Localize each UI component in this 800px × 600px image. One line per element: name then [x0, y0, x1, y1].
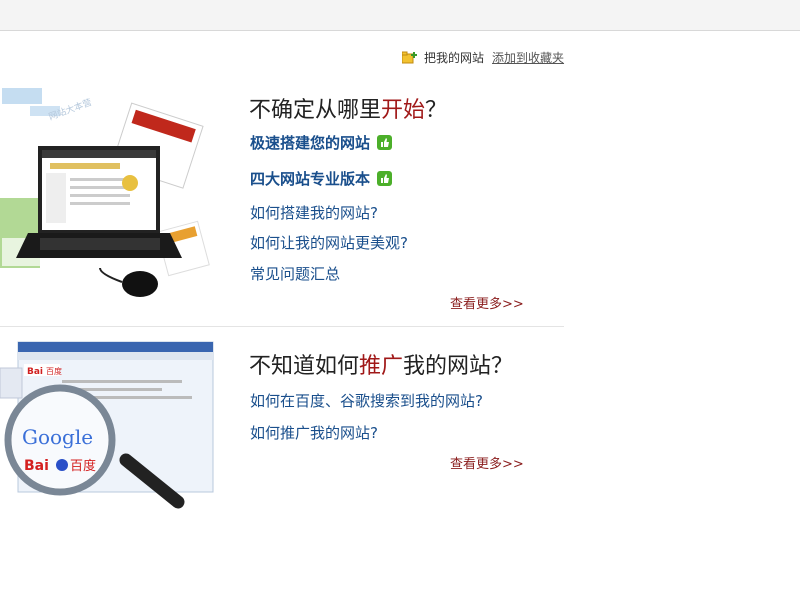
how-to-build-link[interactable]: 如何搭建我的网站? [250, 202, 378, 223]
section2-heading: 不知道如何推广我的网站？ [249, 348, 513, 380]
add-favorite-icon [401, 51, 418, 65]
browser-top-bar [0, 0, 800, 31]
google-logo-text: Google [22, 425, 93, 449]
section-divider [0, 326, 564, 327]
svg-text:百度: 百度 [70, 458, 96, 474]
favorite-label: 把我的网站 [424, 51, 485, 65]
quick-build-link[interactable]: 极速搭建您的网站 [250, 132, 393, 153]
section1-heading-pre: 不确定从哪里 [249, 98, 382, 123]
thumbs-up-icon [377, 135, 393, 150]
baidu-logo-text: Bai [24, 458, 49, 474]
pro-versions-label: 四大网站专业版本 [250, 170, 371, 188]
svg-text:百度: 百度 [46, 366, 62, 376]
section2-heading-pre: 不知道如何 [249, 354, 360, 379]
section1-heading-highlight: 开始 [381, 98, 426, 123]
svg-text:Bai: Bai [27, 367, 43, 377]
section1-heading: 不确定从哪里开始？ [249, 92, 447, 124]
favorite-bar: 把我的网站 添加到收藏夹 [401, 49, 564, 66]
section-promote: Bai 百度 Google Bai 百度 不知道如何推广我的网站？ 如何在百度、… [0, 332, 560, 532]
pro-versions-link[interactable]: 四大网站专业版本 [250, 168, 393, 189]
search-engine-link[interactable]: 如何在百度、谷歌搜索到我的网站? [250, 390, 483, 411]
section2-heading-highlight: 推广 [359, 354, 404, 379]
section2-heading-post: 我的网站？ [403, 354, 514, 379]
search-promotion-illustration: Bai 百度 Google Bai 百度 [0, 340, 215, 525]
how-to-beautify-link[interactable]: 如何让我的网站更美观? [250, 232, 408, 253]
how-to-promote-link[interactable]: 如何推广我的网站? [250, 422, 378, 443]
section1-more-link[interactable]: 查看更多>> [450, 293, 524, 312]
faq-link[interactable]: 常见问题汇总 [250, 263, 340, 284]
quick-build-label: 极速搭建您的网站 [250, 134, 371, 152]
section1-heading-post: ？ [425, 98, 448, 123]
website-builder-illustration: 网站大本营 [0, 78, 215, 310]
section-get-started: 网站大本营 不确定从哪里开始？ 极速搭建您的网站 四大网站专业版本 如何搭建我的… [0, 78, 560, 326]
add-to-favorites-link[interactable]: 添加到收藏夹 [492, 49, 564, 66]
thumbs-up-icon [377, 171, 393, 186]
section2-more-link[interactable]: 查看更多>> [450, 453, 524, 472]
